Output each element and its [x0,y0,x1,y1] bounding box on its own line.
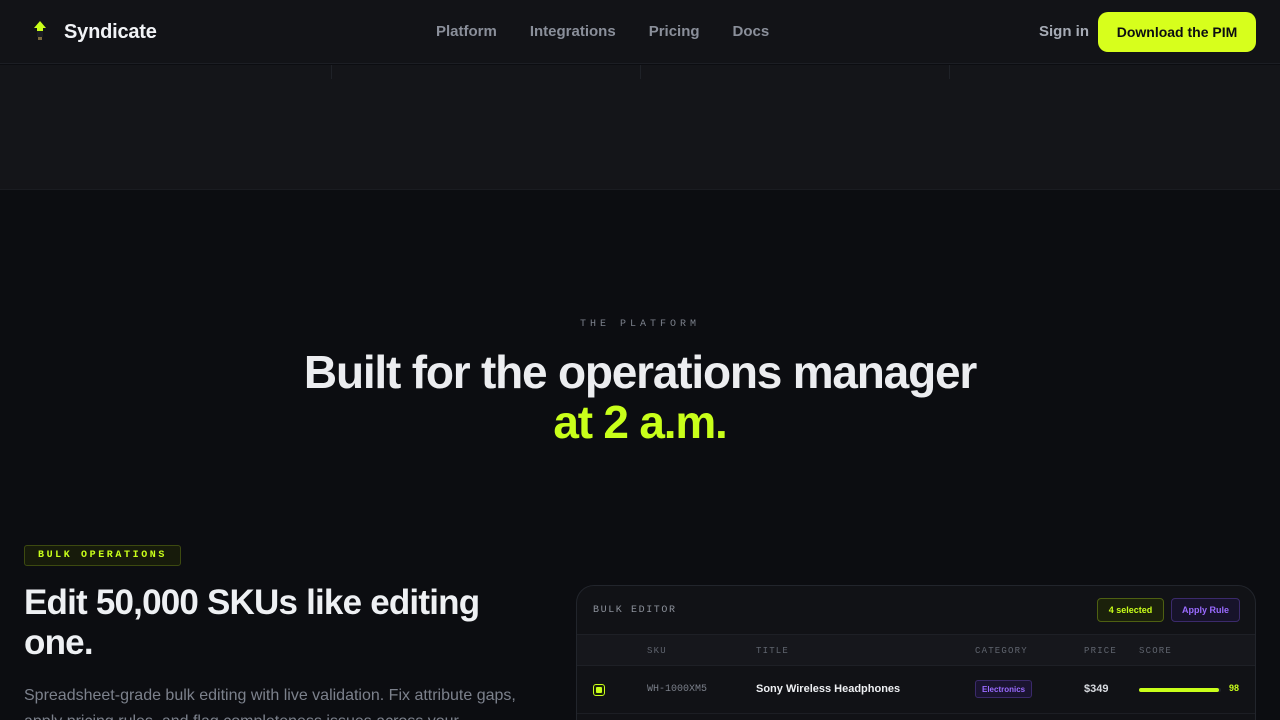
row-score: 98 [1229,683,1240,693]
table-header: SKU TITLE CATEGORY PRICE SCORE [577,634,1255,666]
grid-band [0,65,1280,190]
nav-link-platform[interactable]: Platform [436,23,497,40]
grid-divider [949,65,950,79]
column-header-price[interactable]: PRICE [1084,646,1117,656]
selected-count-badge: 4 selected [1097,598,1164,622]
apply-rule-button[interactable]: Apply Rule [1171,598,1240,622]
nav-link-docs[interactable]: Docs [733,23,770,40]
hero-headline-accent: at 2 a.m. [553,396,727,448]
download-pim-button[interactable]: Download the PIM [1098,12,1256,52]
bulk-operations-pill: BULK OPERATIONS [24,545,181,566]
grid-divider [331,65,332,79]
hero-eyebrow: THE PLATFORM [579,319,700,330]
nav-links: Platform Integrations Pricing Docs [436,23,769,40]
row-checkbox[interactable] [593,684,605,696]
brand[interactable]: Syndicate [32,19,157,45]
column-header-category[interactable]: CATEGORY [975,646,1028,656]
bulk-editor-title: BULK EDITOR [593,605,677,616]
column-header-sku[interactable]: SKU [647,646,667,656]
section-body: Spreadsheet-grade bulk editing with live… [24,687,516,720]
bulk-editor-panel: BULK EDITOR 4 selected Apply Rule SKU TI… [576,585,1256,720]
sign-in-link[interactable]: Sign in [1039,23,1089,40]
row-title: Sony Wireless Headphones [756,683,901,695]
row-sku: WH-1000XM5 [647,684,708,695]
hero-headline: Built for the operations manager [303,346,977,398]
category-badge: Electronics [975,680,1033,698]
score-bar-fill [1139,688,1220,692]
column-header-score[interactable]: SCORE [1139,646,1172,656]
score-bar [1139,688,1221,692]
table-row[interactable]: WH-1000XM5 Sony Wireless Headphones Elec… [577,666,1255,714]
section-title: Edit 50,000 SKUs like editing one. [24,583,480,662]
brand-name: Syndicate [64,20,157,43]
row-price: $349 [1084,683,1109,695]
top-nav: Syndicate Platform Integrations Pricing … [0,0,1280,64]
column-header-title[interactable]: TITLE [756,646,789,656]
nav-link-integrations[interactable]: Integrations [530,23,616,40]
nav-link-pricing[interactable]: Pricing [649,23,700,40]
syndicate-logo-icon [34,21,46,40]
grid-divider [640,65,641,79]
